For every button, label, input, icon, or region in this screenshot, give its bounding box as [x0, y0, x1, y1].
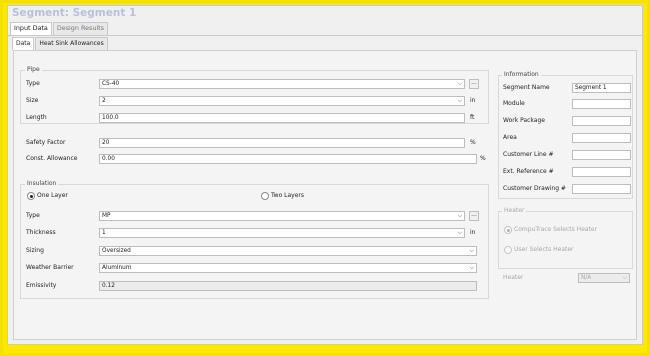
main-tabs: Input Data Design Results — [10, 22, 109, 35]
thickness-label: Thickness — [26, 229, 56, 236]
two-layers-label: Two Layers — [271, 192, 305, 199]
pipe-legend: Pipe — [25, 66, 42, 73]
insulation-type-select[interactable]: MP ⌵ — [99, 211, 465, 221]
area-input[interactable] — [572, 133, 631, 143]
page-title: Segment: Segment 1 — [12, 7, 137, 19]
work-package-input[interactable] — [572, 116, 631, 126]
heater-group — [498, 211, 633, 269]
customer-line-label: Customer Line # — [503, 151, 554, 158]
thickness-select[interactable]: 1 ⌵ — [99, 228, 465, 238]
tab-heat-sink-allowances[interactable]: Heat Sink Allowances — [35, 37, 108, 50]
area-label: Area — [503, 134, 517, 141]
two-layers-radio[interactable] — [261, 192, 269, 200]
const-allowance-unit: % — [480, 155, 486, 162]
pipe-type-value: CS-40 — [102, 81, 120, 87]
user-selects-radio — [504, 246, 512, 254]
pipe-size-label: Size — [26, 97, 39, 104]
pipe-length-label: Length — [26, 114, 47, 121]
work-package-label: Work Package — [503, 117, 545, 124]
ext-reference-label: Ext. Reference # — [503, 168, 554, 175]
thickness-value: 1 — [102, 230, 106, 236]
chevron-down-icon: ⌵ — [457, 229, 462, 236]
weather-barrier-select[interactable]: Aluminum ⌵ — [99, 263, 477, 273]
segment-name-input[interactable]: Segment 1 — [572, 83, 631, 93]
pipe-type-browse-button[interactable]: ... — [469, 79, 479, 89]
safety-factor-input[interactable]: 20 — [99, 138, 465, 148]
chevron-down-icon: ⌵ — [457, 97, 462, 104]
tab-data[interactable]: Data — [12, 37, 35, 50]
emissivity-field: 0.12 — [99, 281, 477, 291]
module-input[interactable] — [572, 99, 631, 109]
heater-value: N/A — [581, 275, 592, 281]
computrace-selects-label: CompuTrace Selects Heater — [514, 226, 598, 233]
pipe-length-input[interactable]: 100.0 — [99, 113, 465, 123]
pipe-size-unit: in — [470, 97, 476, 104]
pipe-size-select[interactable]: 2 ⌵ — [99, 96, 465, 106]
chevron-down-icon: ⌵ — [622, 274, 627, 281]
chevron-down-icon: ⌵ — [457, 212, 462, 219]
insulation-type-browse-button[interactable]: ... — [469, 211, 479, 221]
customer-drawing-input[interactable] — [572, 184, 631, 194]
safety-factor-label: Safety Factor — [26, 139, 66, 146]
user-selects-label: User Selects Heater — [514, 246, 574, 253]
const-allowance-label: Const. Allowance — [26, 155, 78, 162]
tab-divider — [8, 35, 642, 36]
information-legend: Information — [502, 71, 541, 78]
heater-legend: Heater — [502, 207, 527, 214]
const-allowance-input[interactable]: 0.00 — [99, 154, 477, 164]
pipe-length-unit: ft — [470, 114, 475, 121]
module-label: Module — [503, 100, 525, 107]
chevron-down-icon: ⌵ — [469, 264, 474, 271]
ext-reference-input[interactable] — [572, 167, 631, 177]
weather-barrier-label: Weather Barrier — [26, 264, 74, 271]
segment-window: Segment: Segment 1 Input Data Design Res… — [7, 5, 643, 345]
safety-factor-unit: % — [470, 139, 476, 146]
chevron-down-icon: ⌵ — [469, 247, 474, 254]
emissivity-label: Emissivity — [26, 282, 57, 289]
sizing-label: Sizing — [26, 247, 44, 254]
one-layer-label: One Layer — [37, 192, 68, 199]
sub-tabs: Data Heat Sink Allowances — [12, 37, 109, 50]
segment-name-label: Segment Name — [503, 84, 550, 91]
pipe-type-label: Type — [26, 80, 40, 87]
tab-input-data[interactable]: Input Data — [10, 22, 52, 35]
chevron-down-icon: ⌵ — [457, 80, 462, 87]
insulation-type-value: MP — [102, 213, 111, 219]
insulation-type-label: Type — [26, 212, 40, 219]
one-layer-radio[interactable] — [27, 192, 35, 200]
customer-line-input[interactable] — [572, 150, 631, 160]
heater-select: N/A ⌵ — [578, 273, 630, 283]
thickness-unit: in — [470, 229, 476, 236]
sizing-select[interactable]: Oversized ⌵ — [99, 246, 477, 256]
customer-drawing-label: Customer Drawing # — [503, 185, 566, 192]
data-panel: Pipe Type CS-40 ⌵ ... Size 2 ⌵ in Length… — [13, 50, 637, 340]
insulation-legend: Insulation — [25, 180, 59, 187]
pipe-size-value: 2 — [102, 98, 106, 104]
tab-design-results[interactable]: Design Results — [52, 22, 109, 35]
sizing-value: Oversized — [102, 248, 131, 254]
heater-label: Heater — [503, 274, 524, 281]
weather-barrier-value: Aluminum — [102, 265, 132, 271]
pipe-type-select[interactable]: CS-40 ⌵ — [99, 79, 465, 89]
computrace-selects-radio — [504, 226, 512, 234]
